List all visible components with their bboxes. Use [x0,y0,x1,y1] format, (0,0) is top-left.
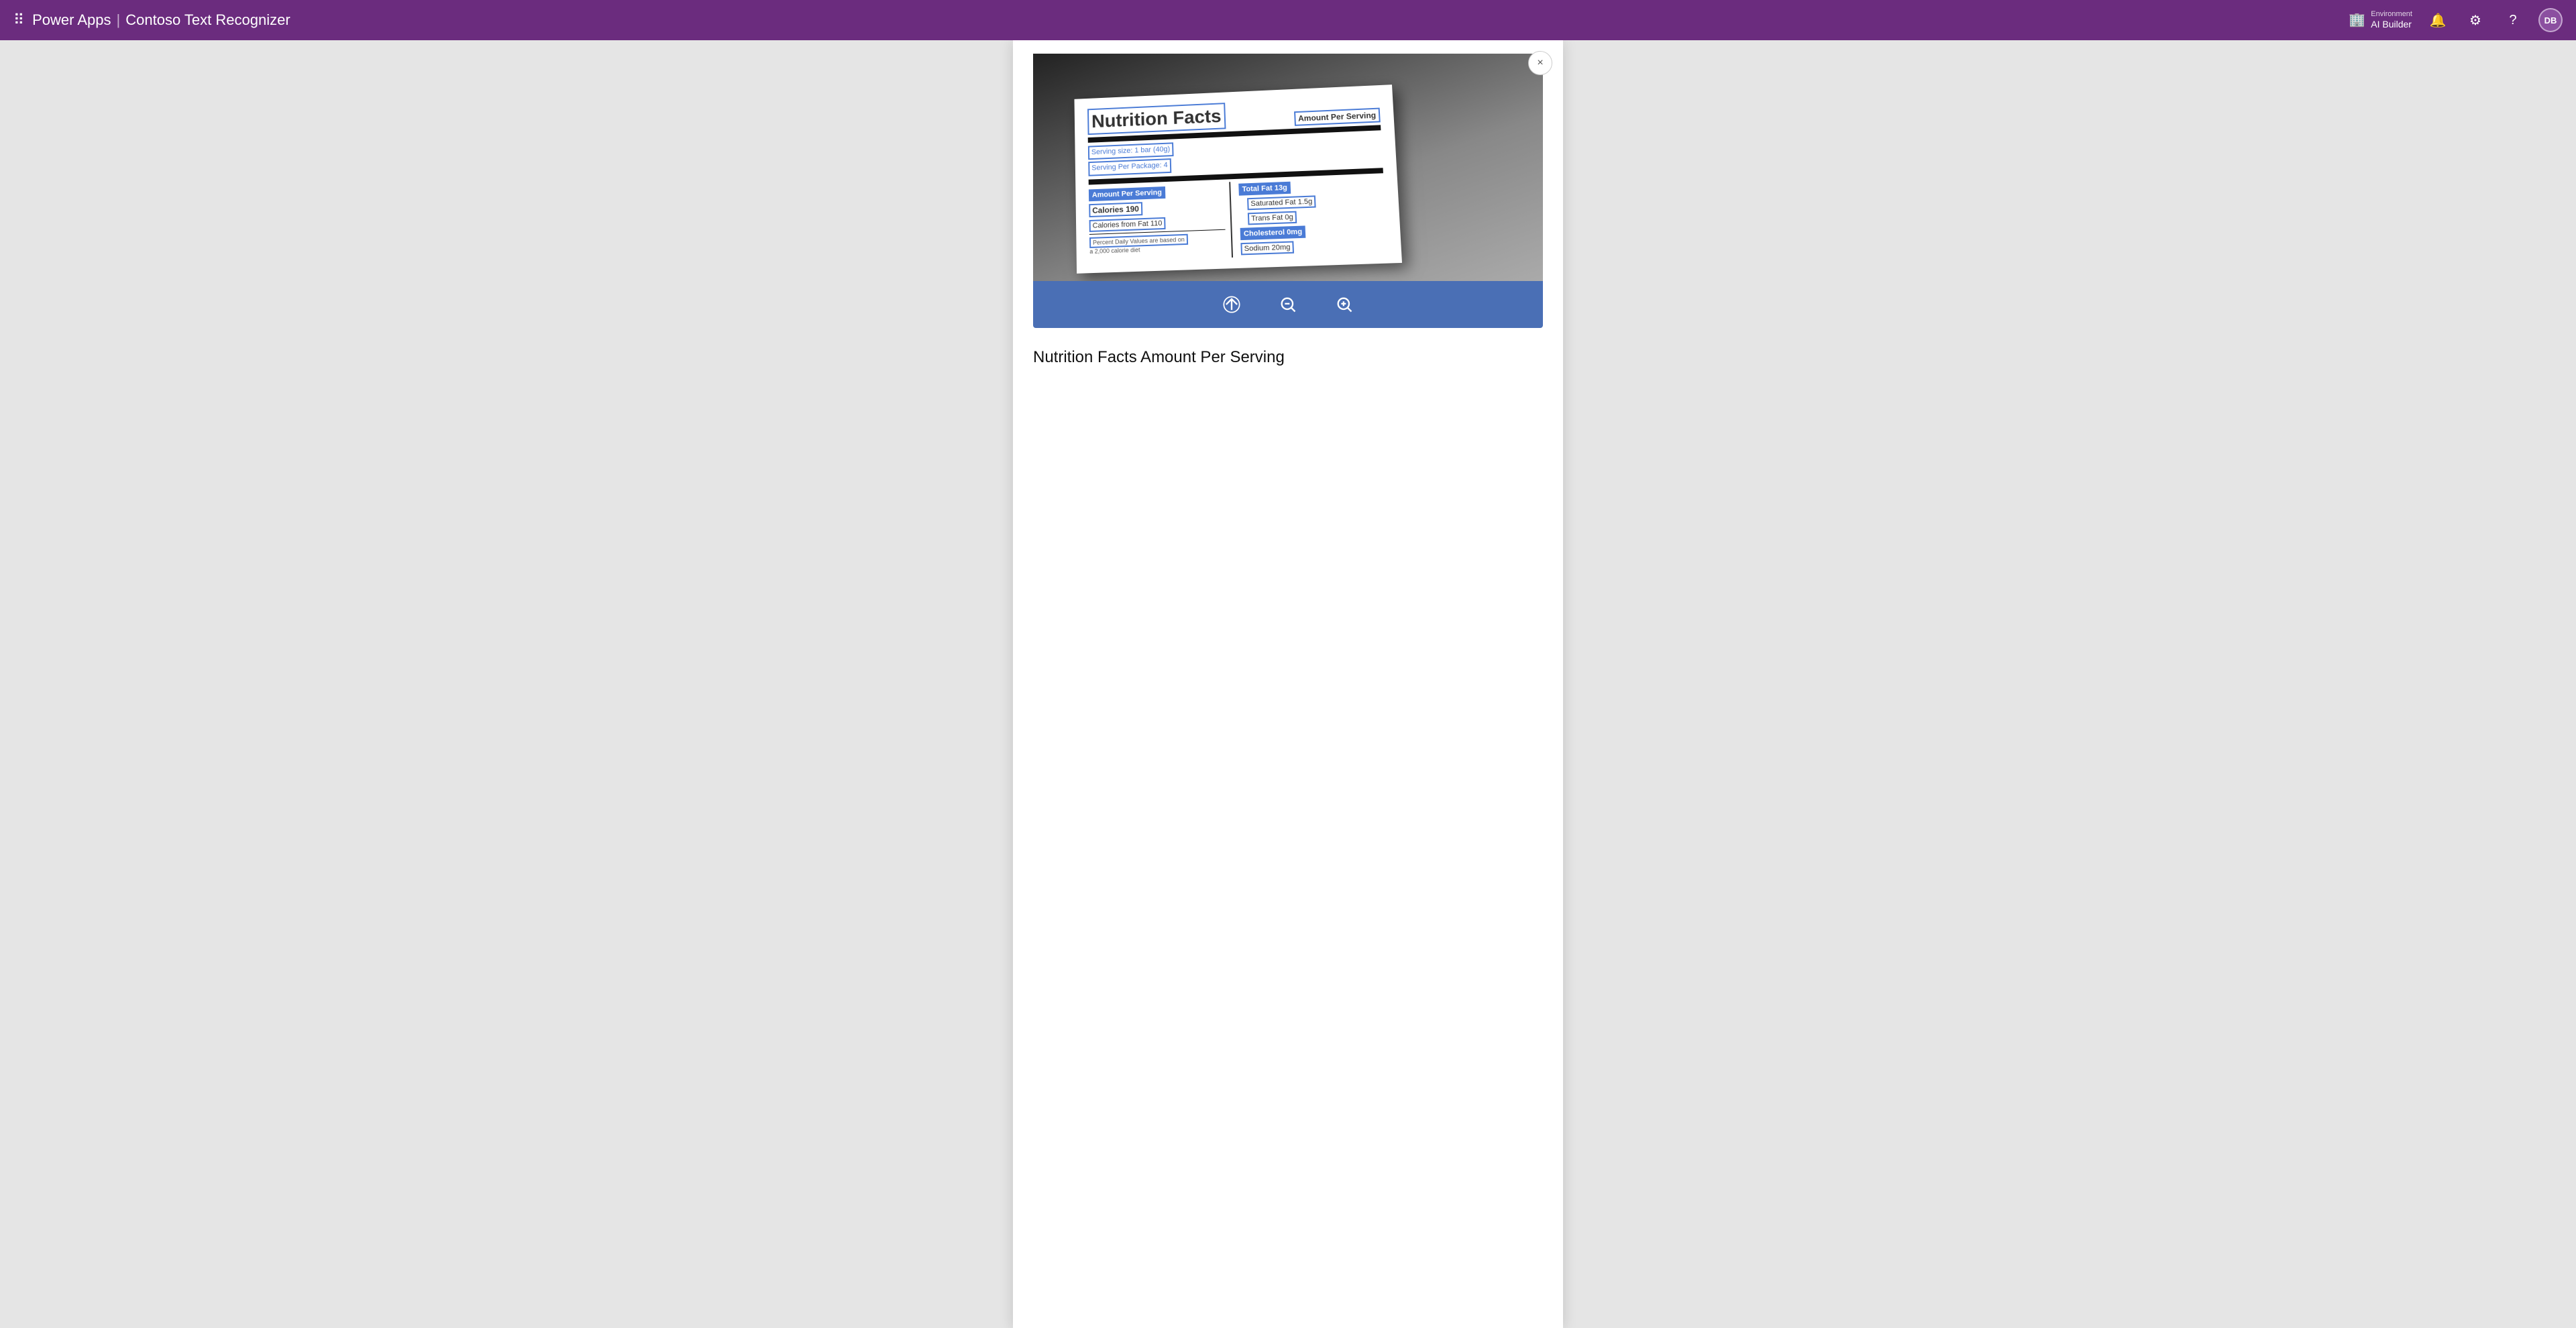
waffle-icon[interactable]: ⠿ [13,11,24,29]
nf-col-right: Total Fat 13g Saturated Fat 1.5g Trans F… [1238,176,1387,257]
nf-col-left: Amount Per Serving Calories 190 Calories… [1089,182,1233,262]
nf-amount-per-serving-header: Amount Per Serving [1294,108,1381,126]
settings-icon: ⚙ [2469,12,2481,29]
environment-icon: 🏢 [2349,11,2365,28]
nutrition-image: Nutrition Facts Amount Per Serving Servi… [1033,54,1543,281]
notifications-icon: 🔔 [2430,12,2447,29]
topbar: ⠿ Power Apps | Contoso Text Recognizer 🏢… [0,0,2576,40]
nf-title: Nutrition Facts [1087,103,1226,135]
app-title: Contoso Text Recognizer [125,11,290,29]
separator: | [117,11,121,29]
close-button[interactable]: × [1528,51,1552,75]
topbar-left: ⠿ Power Apps | Contoso Text Recognizer [13,11,2349,29]
upload-button[interactable] [1217,290,1246,319]
avatar[interactable]: DB [2538,8,2563,32]
topbar-right: 🏢 Environment AI Builder 🔔 ⚙ ? DB [2349,8,2563,32]
avatar-initials: DB [2544,15,2557,25]
notifications-button[interactable]: 🔔 [2426,8,2450,32]
environment-badge: 🏢 Environment AI Builder [2349,10,2412,30]
environment-text: Environment AI Builder [2371,10,2412,30]
settings-button[interactable]: ⚙ [2463,8,2487,32]
image-toolbar [1033,281,1543,328]
app-name-label: Power Apps [32,11,111,29]
nf-footnote: Percent Daily Values are based on a 2,00… [1089,233,1226,255]
close-icon: × [1537,57,1543,69]
environment-label: Environment [2371,10,2412,19]
main-area: × Nutrition Facts Amount Per Serving [0,40,2576,1328]
content-panel: × Nutrition Facts Amount Per Serving [1013,40,1563,1328]
help-icon: ? [2509,13,2516,28]
nutrition-label-visual: Nutrition Facts Amount Per Serving Servi… [1074,85,1402,273]
zoom-out-button[interactable] [1273,290,1303,319]
image-container: Nutrition Facts Amount Per Serving Servi… [1013,40,1563,328]
app-branding: Power Apps | Contoso Text Recognizer [32,11,290,29]
extracted-text-content: Nutrition Facts Amount Per Serving [1033,348,1543,367]
environment-name: AI Builder [2371,19,2412,30]
nf-grid: Amount Per Serving Calories 190 Calories… [1089,176,1388,262]
zoom-in-button[interactable] [1330,290,1359,319]
extracted-text-section: Nutrition Facts Amount Per Serving [1013,328,1563,387]
help-button[interactable]: ? [2501,8,2525,32]
